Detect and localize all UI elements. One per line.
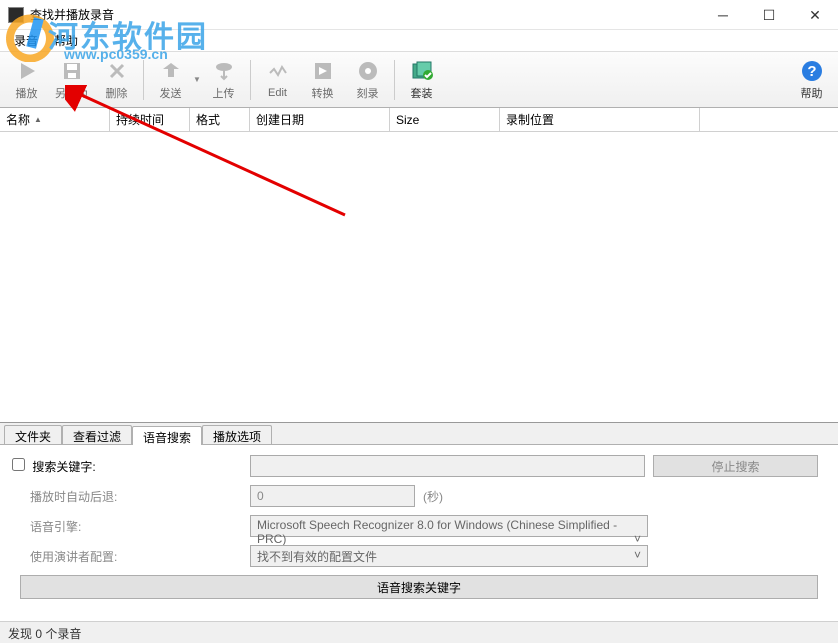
stop-search-button[interactable]: 停止搜索 bbox=[653, 455, 818, 477]
menu-recording[interactable]: 录音 bbox=[6, 30, 46, 51]
title-bar: 查找并播放录音 ─ ☐ ✕ bbox=[0, 0, 838, 30]
burn-icon bbox=[356, 59, 380, 83]
toolbar: 播放 另存为 删除 发送 ▼ 上传 Edit 转换 刻录 套装 ? 帮助 bbox=[0, 52, 838, 108]
svg-text:?: ? bbox=[807, 63, 816, 80]
convert-button[interactable]: 转换 bbox=[300, 54, 345, 106]
engine-select[interactable]: Microsoft Speech Recognizer 8.0 for Wind… bbox=[250, 515, 648, 537]
column-name[interactable]: 名称▲ bbox=[0, 108, 110, 131]
keyword-label[interactable]: 搜索关键字: bbox=[12, 458, 242, 475]
auto-back-input[interactable] bbox=[250, 485, 415, 507]
toolbar-separator bbox=[394, 60, 395, 100]
speaker-select[interactable]: 找不到有效的配置文件˅ bbox=[250, 545, 648, 567]
tab-play-options[interactable]: 播放选项 bbox=[202, 425, 272, 444]
tab-folder[interactable]: 文件夹 bbox=[4, 425, 62, 444]
column-location[interactable]: 录制位置 bbox=[500, 108, 700, 131]
voice-search-button[interactable]: 语音搜索关键字 bbox=[20, 575, 818, 599]
send-dropdown[interactable]: ▼ bbox=[193, 54, 201, 106]
seconds-suffix: (秒) bbox=[423, 488, 443, 505]
edit-icon bbox=[266, 61, 290, 85]
keyword-input[interactable] bbox=[250, 455, 645, 477]
tab-bar: 文件夹 查看过滤 语音搜索 播放选项 bbox=[0, 423, 838, 445]
save-icon bbox=[60, 59, 84, 83]
save-as-button[interactable]: 另存为 bbox=[49, 54, 94, 106]
help-icon: ? bbox=[800, 59, 824, 83]
keyword-checkbox[interactable] bbox=[12, 458, 25, 471]
tab-voice-search[interactable]: 语音搜索 bbox=[132, 426, 202, 445]
column-duration[interactable]: 持续时间 bbox=[110, 108, 190, 131]
auto-back-label: 播放时自动后退: bbox=[12, 488, 242, 505]
chevron-down-icon: ˅ bbox=[634, 548, 641, 562]
send-icon bbox=[159, 59, 183, 83]
status-bar: 发现 0 个录音 bbox=[0, 621, 838, 643]
toolbar-separator bbox=[250, 60, 251, 100]
app-icon bbox=[8, 7, 24, 23]
maximize-button[interactable]: ☐ bbox=[746, 0, 792, 30]
engine-label: 语音引擎: bbox=[12, 518, 242, 535]
recordings-list[interactable] bbox=[0, 132, 838, 423]
menu-bar: 录音 帮助 bbox=[0, 30, 838, 52]
tab-view-filter[interactable]: 查看过滤 bbox=[62, 425, 132, 444]
sort-asc-icon: ▲ bbox=[34, 115, 42, 124]
play-button[interactable]: 播放 bbox=[4, 54, 49, 106]
delete-icon bbox=[105, 59, 129, 83]
chevron-down-icon: ˅ bbox=[634, 532, 641, 546]
window-title: 查找并播放录音 bbox=[30, 6, 700, 23]
close-button[interactable]: ✕ bbox=[792, 0, 838, 30]
delete-button[interactable]: 删除 bbox=[94, 54, 139, 106]
help-button[interactable]: ? 帮助 bbox=[789, 54, 834, 106]
column-format[interactable]: 格式 bbox=[190, 108, 250, 131]
edit-button[interactable]: Edit bbox=[255, 54, 300, 106]
send-button[interactable]: 发送 bbox=[148, 54, 193, 106]
voice-search-panel: 搜索关键字: 停止搜索 播放时自动后退: (秒) 语音引擎: Microsoft… bbox=[0, 445, 838, 609]
upload-button[interactable]: 上传 bbox=[201, 54, 246, 106]
burn-button[interactable]: 刻录 bbox=[345, 54, 390, 106]
play-icon bbox=[15, 59, 39, 83]
table-header: 名称▲ 持续时间 格式 创建日期 Size 录制位置 bbox=[0, 108, 838, 132]
menu-help[interactable]: 帮助 bbox=[46, 30, 86, 51]
convert-icon bbox=[311, 59, 335, 83]
column-size[interactable]: Size bbox=[390, 108, 500, 131]
upload-icon bbox=[212, 59, 236, 83]
suite-icon bbox=[410, 59, 434, 83]
status-text: 发现 0 个录音 bbox=[8, 627, 81, 641]
toolbar-separator bbox=[143, 60, 144, 100]
speaker-label: 使用演讲者配置: bbox=[12, 548, 242, 565]
minimize-button[interactable]: ─ bbox=[700, 0, 746, 30]
suite-button[interactable]: 套装 bbox=[399, 54, 444, 106]
column-created[interactable]: 创建日期 bbox=[250, 108, 390, 131]
